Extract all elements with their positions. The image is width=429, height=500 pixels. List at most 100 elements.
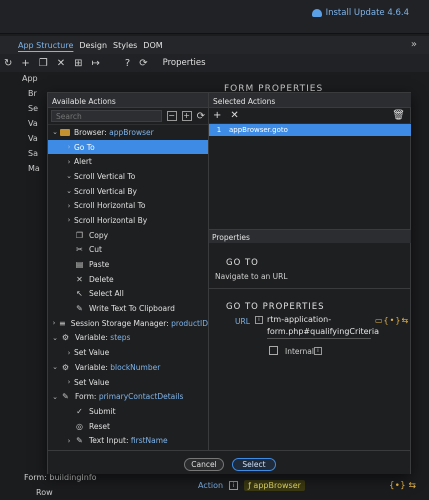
chevron-down-icon[interactable]: ⌄ xyxy=(50,128,60,136)
action-tree-row[interactable]: › Scroll Horizontal To xyxy=(48,198,208,213)
url-input[interactable]: rtm-application-form.php#qualifyingCrite… xyxy=(267,314,379,339)
move-icon[interactable]: ↦ xyxy=(92,58,100,69)
url-binding-icons[interactable]: ▭{•}⇆ xyxy=(375,316,409,325)
chevron-down-icon[interactable]: ⌄ xyxy=(50,363,60,371)
chevron-right-icon[interactable]: › xyxy=(64,437,74,445)
add-icon[interactable]: + xyxy=(21,58,29,69)
info-icon[interactable]: i xyxy=(314,347,322,355)
chevron-double-right-icon[interactable]: » xyxy=(411,39,417,50)
action-tree-row[interactable]: › Set Value xyxy=(48,345,208,360)
action-tree-row[interactable]: ✓ Submit xyxy=(48,404,208,419)
action-tree-row[interactable]: ✂ Cut xyxy=(48,243,208,258)
action-tree-row[interactable]: › Alert xyxy=(48,154,208,169)
internal-checkbox[interactable] xyxy=(269,346,278,355)
action-label: Scroll Vertical To xyxy=(74,171,136,181)
selected-action-label: appBrowser.goto xyxy=(229,126,288,134)
action-icon: ✎ xyxy=(62,392,69,402)
action-tree-row[interactable]: › Set Value xyxy=(48,375,208,390)
chevron-down-icon[interactable]: ⌄ xyxy=(50,393,60,401)
refresh-icon[interactable]: ↻ xyxy=(4,58,12,69)
action-label: Set Value xyxy=(74,348,110,358)
structure-toolbar: ↻ + ❐ ✕ ⊞ ↦ ? ⟳ Properties xyxy=(0,54,429,72)
selected-actions-toolbar: + ✕ 🗑 xyxy=(209,108,411,124)
action-tree-row[interactable]: ✎ Write Text To Clipboard xyxy=(48,301,208,316)
chevron-right-icon[interactable]: › xyxy=(50,319,58,327)
action-tree-row[interactable]: ⌄ Scroll Vertical To xyxy=(48,169,208,184)
action-target-name: steps xyxy=(110,333,131,343)
action-label: Paste xyxy=(89,260,110,270)
action-tree-row[interactable]: ⌄ ⚙ Variable: blockNumber xyxy=(48,360,208,375)
expand-all-icon[interactable]: + xyxy=(181,111,192,121)
action-tree-row[interactable]: › Scroll Horizontal By xyxy=(48,213,208,228)
tree-item[interactable]: Se xyxy=(28,104,38,113)
sync-icon[interactable]: ⟳ xyxy=(139,58,147,69)
action-tree-row[interactable]: ❐ Copy xyxy=(48,228,208,243)
tree-item[interactable]: Sa xyxy=(28,149,38,158)
help-icon[interactable]: ? xyxy=(125,58,130,69)
top-bar: Install Update 4.6.4 xyxy=(0,0,429,34)
action-tree-row[interactable]: ✕ Delete xyxy=(48,272,208,287)
action-icon: ❐ xyxy=(75,230,84,240)
action-tree-row[interactable]: ⌄ Scroll Vertical By xyxy=(48,184,208,199)
chevron-down-icon[interactable]: ⌄ xyxy=(64,172,74,180)
chevron-right-icon[interactable]: › xyxy=(64,349,74,357)
action-tree-row[interactable]: ⌄ ⚙ Variable: steps xyxy=(48,331,208,346)
action-tree-row[interactable]: ◎ Reset xyxy=(48,419,208,434)
chevron-right-icon[interactable]: › xyxy=(64,143,74,151)
install-update-link[interactable]: Install Update 4.6.4 xyxy=(311,8,409,18)
action-tree-row[interactable]: ↖ Select All xyxy=(48,287,208,302)
goto-description: Navigate to an URL xyxy=(215,272,288,281)
chevron-right-icon[interactable]: › xyxy=(64,216,74,224)
tree-item[interactable]: Ma xyxy=(28,164,40,173)
action-icon: ≡ xyxy=(59,318,66,328)
tab-app-structure[interactable]: App Structure xyxy=(18,41,73,50)
action-tree-row[interactable]: › Go To xyxy=(48,139,208,155)
tree-item[interactable]: App xyxy=(22,74,38,83)
cloud-download-icon xyxy=(311,9,322,17)
actions-tree: ⌄ Browser: appBrowser › Go To › Alert ⌄ Scroll … xyxy=(48,125,208,448)
tree-item[interactable]: Br xyxy=(28,89,37,98)
refresh-icon[interactable]: ⟳ xyxy=(197,111,205,122)
info-icon[interactable]: i xyxy=(229,481,239,490)
chevron-down-icon[interactable]: ⌄ xyxy=(64,187,74,195)
collapse-all-icon[interactable]: − xyxy=(166,111,177,121)
delete-icon[interactable]: ✕ xyxy=(57,58,65,69)
wrap-icon[interactable]: ⊞ xyxy=(74,58,82,69)
action-tree-row[interactable]: ⌄ ✎ Form: primaryContactDetails xyxy=(48,389,208,404)
tab-design[interactable]: Design xyxy=(79,41,107,50)
action-target-name: blockNumber xyxy=(110,362,161,372)
cancel-button[interactable]: Cancel xyxy=(184,458,224,471)
action-tree-row[interactable]: ▤ Paste xyxy=(48,257,208,272)
action-value[interactable]: ƒ appBrowser xyxy=(244,480,305,491)
chevron-right-icon[interactable]: › xyxy=(64,202,74,210)
action-tree-row[interactable]: ⌄ Browser: appBrowser xyxy=(48,125,208,140)
action-label: Text Input: xyxy=(89,436,131,446)
action-tree-row[interactable]: › ✎ Text Input: firstName xyxy=(48,433,208,448)
tab-styles[interactable]: Styles xyxy=(113,41,137,50)
tree-item-form[interactable]: Form: buildingInfo xyxy=(24,473,97,482)
chevron-down-icon[interactable]: ⌄ xyxy=(50,334,60,342)
add-icon[interactable]: + xyxy=(213,110,221,121)
chevron-right-icon[interactable]: › xyxy=(64,158,74,166)
search-input[interactable] xyxy=(51,110,162,122)
tree-item[interactable]: Va xyxy=(28,134,38,143)
action-icon: ✓ xyxy=(76,406,83,416)
tree-item-row[interactable]: Row xyxy=(36,488,53,497)
tab-dom[interactable]: DOM xyxy=(143,41,162,50)
action-label: Browser: xyxy=(74,127,110,137)
chevron-right-icon[interactable]: › xyxy=(64,378,74,386)
action-label: Select All xyxy=(89,289,124,299)
action-label: Form: xyxy=(75,392,99,402)
duplicate-icon[interactable]: ❐ xyxy=(39,58,48,69)
internal-label: Internal xyxy=(285,347,314,356)
trash-icon[interactable]: 🗑 xyxy=(392,110,405,121)
info-icon[interactable]: i xyxy=(255,316,263,324)
action-tree-row[interactable]: › ≡ Session Storage Manager: productID xyxy=(48,316,208,331)
tree-item[interactable]: Va xyxy=(28,119,38,128)
selected-action-item[interactable]: 1 appBrowser.goto xyxy=(209,124,411,136)
dialog-footer: Cancel Select xyxy=(48,450,410,474)
select-button[interactable]: Select xyxy=(232,458,276,471)
remove-icon[interactable]: ✕ xyxy=(230,110,238,121)
binding-icons[interactable]: {•} ⇆ xyxy=(389,481,416,491)
action-target-name: productID xyxy=(171,318,208,328)
